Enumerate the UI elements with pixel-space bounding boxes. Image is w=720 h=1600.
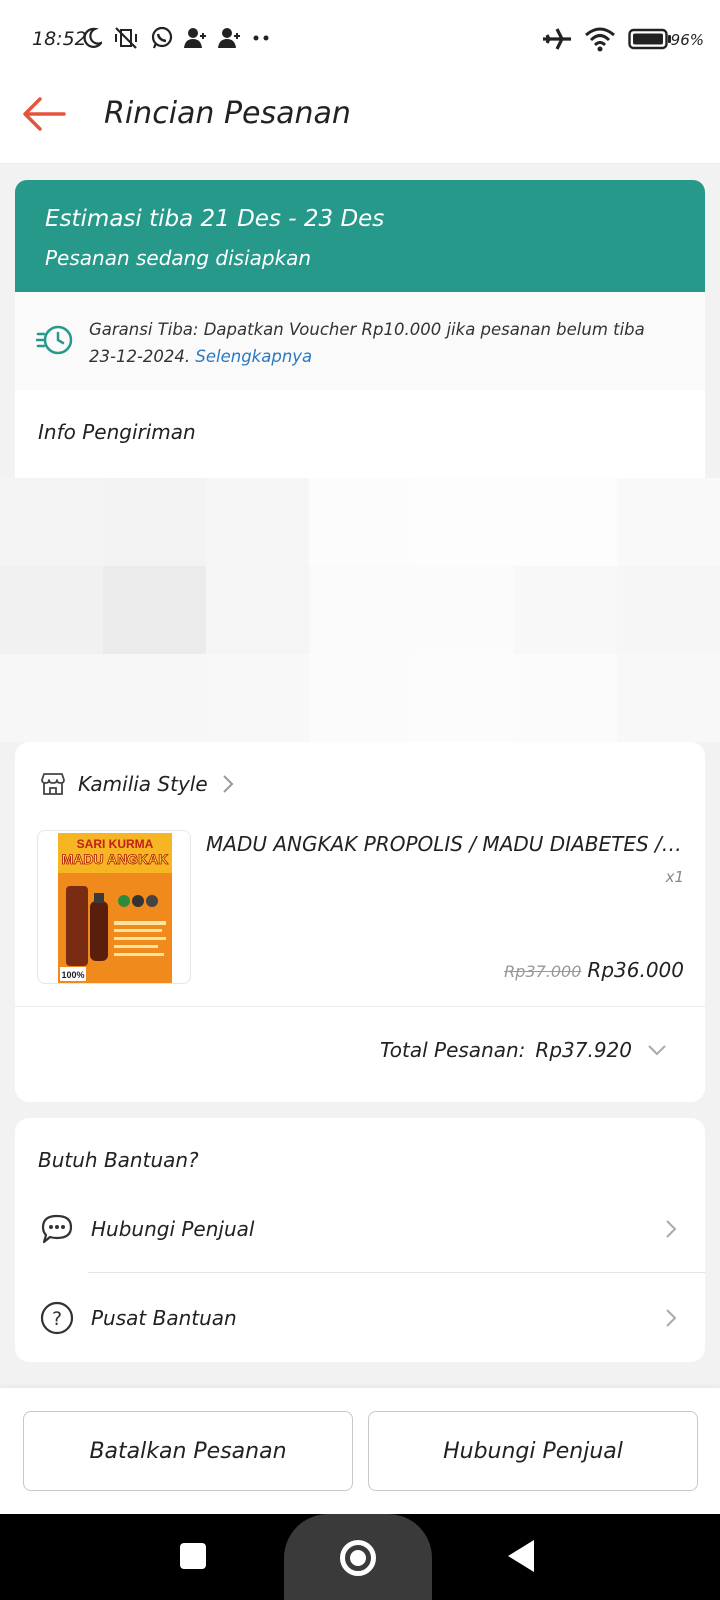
estimated-arrival: Estimasi tiba 21 Des - 23 Des bbox=[45, 206, 385, 232]
shop-link[interactable]: Kamilia Style bbox=[40, 772, 236, 796]
back-button[interactable] bbox=[22, 96, 70, 136]
order-total-toggle[interactable]: Total Pesanan: Rp37.920 bbox=[380, 1038, 668, 1062]
divider bbox=[15, 1006, 705, 1007]
whatsapp-icon bbox=[151, 26, 173, 49]
clock-delivery-icon bbox=[34, 324, 74, 360]
divider bbox=[88, 1272, 705, 1273]
total-label: Total Pesanan: bbox=[380, 1038, 526, 1062]
product-name[interactable]: MADU ANGKAK PROPOLIS / MADU DIABETES / .… bbox=[206, 832, 686, 856]
shipping-info-title: Info Pengiriman bbox=[38, 420, 196, 444]
user-add-icon-2 bbox=[218, 28, 240, 48]
svg-text:?: ? bbox=[52, 1308, 62, 1330]
cancel-order-button[interactable]: Batalkan Pesanan bbox=[23, 1411, 353, 1491]
chevron-down-icon bbox=[648, 1045, 666, 1056]
help-item-label-center: Pusat Bantuan bbox=[91, 1306, 237, 1330]
product-image-badge: 100% bbox=[61, 970, 84, 980]
vibrate-off-icon bbox=[115, 27, 137, 49]
redacted-shipping-details bbox=[0, 478, 720, 742]
airplane-icon bbox=[543, 28, 571, 50]
home-icon bbox=[340, 1540, 376, 1576]
order-state: Pesanan sedang disiapkan bbox=[45, 246, 312, 270]
status-icons-right bbox=[542, 26, 672, 52]
help-center[interactable]: ? Pusat Bantuan bbox=[15, 1283, 705, 1353]
help-contact-seller[interactable]: Hubungi Penjual bbox=[15, 1194, 705, 1264]
chevron-right-icon bbox=[666, 1309, 677, 1327]
wifi-icon bbox=[585, 27, 615, 52]
chat-icon bbox=[37, 1213, 77, 1245]
battery-percent: 96% bbox=[670, 31, 704, 49]
question-icon: ? bbox=[37, 1300, 77, 1336]
moon-icon bbox=[83, 27, 102, 48]
more-notifications-icon bbox=[253, 35, 269, 41]
page-title: Rincian Pesanan bbox=[104, 96, 351, 131]
product-image-text-1: SARI KURMA bbox=[77, 837, 154, 851]
help-item-label-contact: Hubungi Penjual bbox=[91, 1217, 255, 1241]
shop-name: Kamilia Style bbox=[78, 772, 208, 796]
original-price: Rp37.000 bbox=[504, 962, 582, 981]
shop-icon bbox=[41, 773, 65, 795]
guarantee-text: Garansi Tiba: Dapatkan Voucher Rp10.000 … bbox=[89, 316, 669, 370]
total-value: Rp37.920 bbox=[535, 1038, 632, 1062]
product-image-text-2: MADU ANGKAK bbox=[62, 851, 169, 867]
guarantee-more-link[interactable]: Selengkapnya bbox=[195, 347, 312, 366]
chevron-right-icon bbox=[222, 775, 234, 793]
order-status-banner bbox=[15, 180, 705, 292]
product-image[interactable]: SARI KURMA MADU ANGKAK 100% bbox=[37, 830, 191, 984]
guarantee-message: Garansi Tiba: Dapatkan Voucher Rp10.000 … bbox=[89, 320, 645, 366]
status-icons-left bbox=[82, 26, 272, 50]
contact-seller-button[interactable]: Hubungi Penjual bbox=[368, 1411, 698, 1491]
product-price: Rp37.000 Rp36.000 bbox=[504, 958, 684, 982]
back-arrow-icon bbox=[23, 97, 66, 131]
recents-button[interactable] bbox=[180, 1543, 206, 1569]
chevron-right-icon bbox=[666, 1220, 677, 1238]
status-time: 18:52 bbox=[32, 28, 87, 50]
current-price: Rp36.000 bbox=[587, 958, 684, 982]
battery-icon bbox=[628, 28, 671, 50]
product-quantity: x1 bbox=[665, 868, 684, 886]
user-add-icon bbox=[184, 28, 206, 48]
help-title: Butuh Bantuan? bbox=[38, 1148, 199, 1172]
back-nav-button[interactable] bbox=[508, 1540, 534, 1572]
